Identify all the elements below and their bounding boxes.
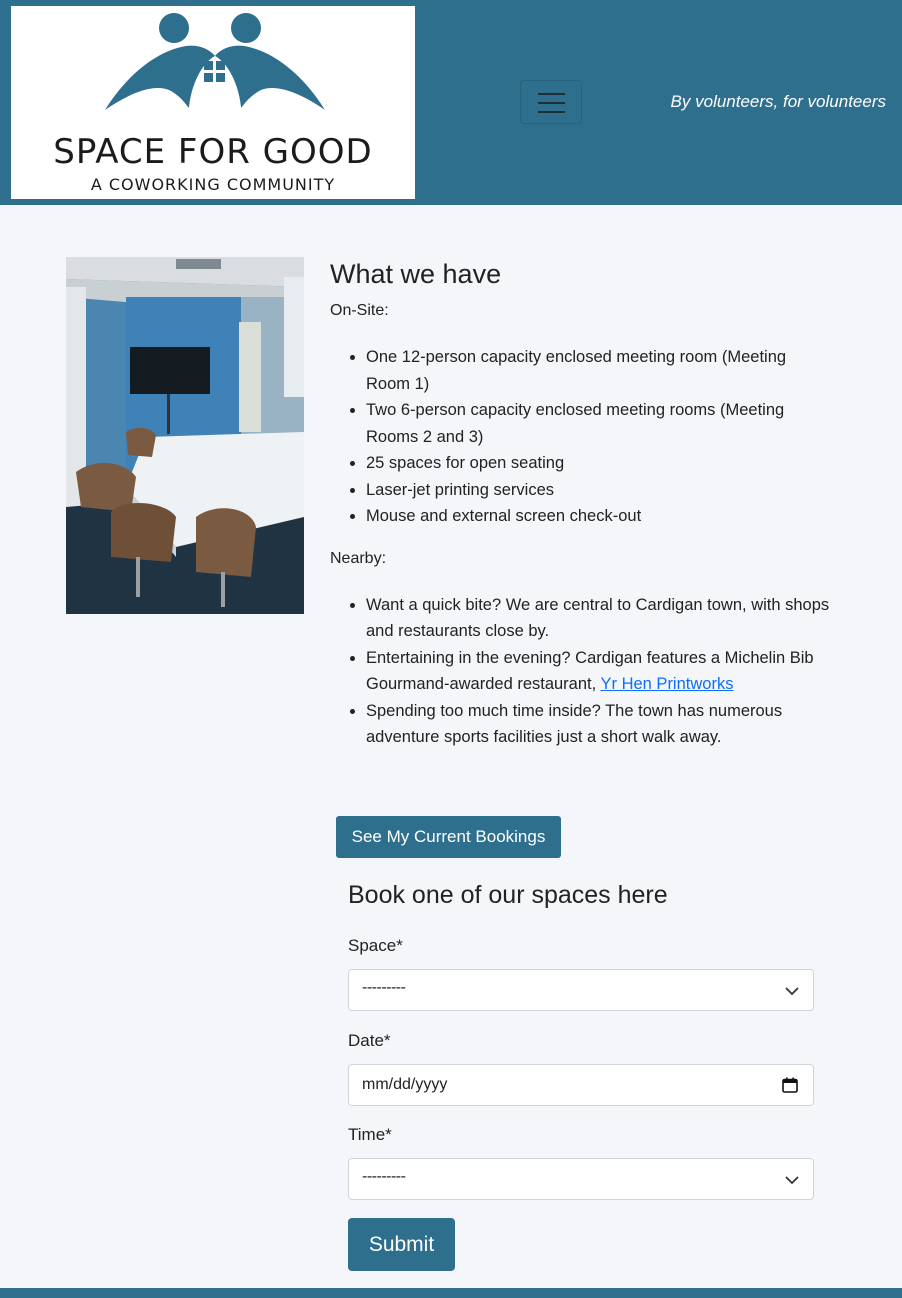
yr-hen-printworks-link[interactable]: Yr Hen Printworks	[601, 675, 734, 693]
list-item-text: Entertaining in the evening? Cardigan fe…	[366, 648, 814, 694]
form-title: Book one of our spaces here	[348, 881, 668, 909]
date-input[interactable]: mm/dd/yyyy	[348, 1064, 814, 1106]
logo-subtitle: A COWORKING COMMUNITY	[90, 175, 336, 194]
list-item: Entertaining in the evening? Cardigan fe…	[366, 645, 830, 698]
list-item: One 12-person capacity enclosed meeting …	[366, 344, 830, 397]
submit-button[interactable]: Submit	[348, 1218, 455, 1271]
navbar: SPACE FOR GOOD A COWORKING COMMUNITY By …	[0, 0, 902, 205]
list-item: 25 spaces for open seating	[366, 450, 830, 477]
time-select[interactable]: ---------	[348, 1158, 814, 1200]
chevron-down-icon	[785, 1176, 799, 1185]
list-item: Want a quick bite? We are central to Car…	[366, 592, 830, 645]
space-select[interactable]: ---------	[348, 969, 814, 1011]
time-select-value: ---------	[362, 1168, 406, 1185]
chevron-down-icon	[785, 987, 799, 996]
what-we-have-section: What we have On-Site: One 12-person capa…	[330, 258, 830, 751]
time-label: Time*	[348, 1125, 392, 1144]
space-select-value: ---------	[362, 979, 406, 996]
list-item: Spending too much time inside? The town …	[366, 698, 830, 751]
onsite-list: One 12-person capacity enclosed meeting …	[366, 344, 830, 530]
space-label: Space*	[348, 936, 403, 955]
footer	[0, 1288, 902, 1298]
logo-title: SPACE FOR GOOD	[53, 132, 373, 172]
calendar-icon[interactable]	[782, 1077, 798, 1093]
date-input-placeholder: mm/dd/yyyy	[362, 1076, 448, 1093]
section-heading: What we have	[330, 259, 502, 289]
list-item: Two 6-person capacity enclosed meeting r…	[366, 397, 830, 450]
nearby-list: Want a quick bite? We are central to Car…	[366, 592, 830, 751]
booking-form: Book one of our spaces here Space* -----…	[348, 878, 814, 1271]
date-label: Date*	[348, 1031, 391, 1050]
nearby-label: Nearby:	[330, 549, 387, 567]
tagline: By volunteers, for volunteers	[670, 92, 886, 111]
meeting-room-image	[66, 257, 304, 614]
navbar-toggler-button[interactable]	[520, 80, 582, 124]
logo[interactable]: SPACE FOR GOOD A COWORKING COMMUNITY	[11, 6, 415, 199]
list-item: Mouse and external screen check-out	[366, 503, 830, 530]
list-item: Laser-jet printing services	[366, 477, 830, 504]
hamburger-icon	[538, 93, 565, 95]
onsite-label: On-Site:	[330, 302, 389, 319]
see-current-bookings-button[interactable]: See My Current Bookings	[336, 816, 561, 858]
